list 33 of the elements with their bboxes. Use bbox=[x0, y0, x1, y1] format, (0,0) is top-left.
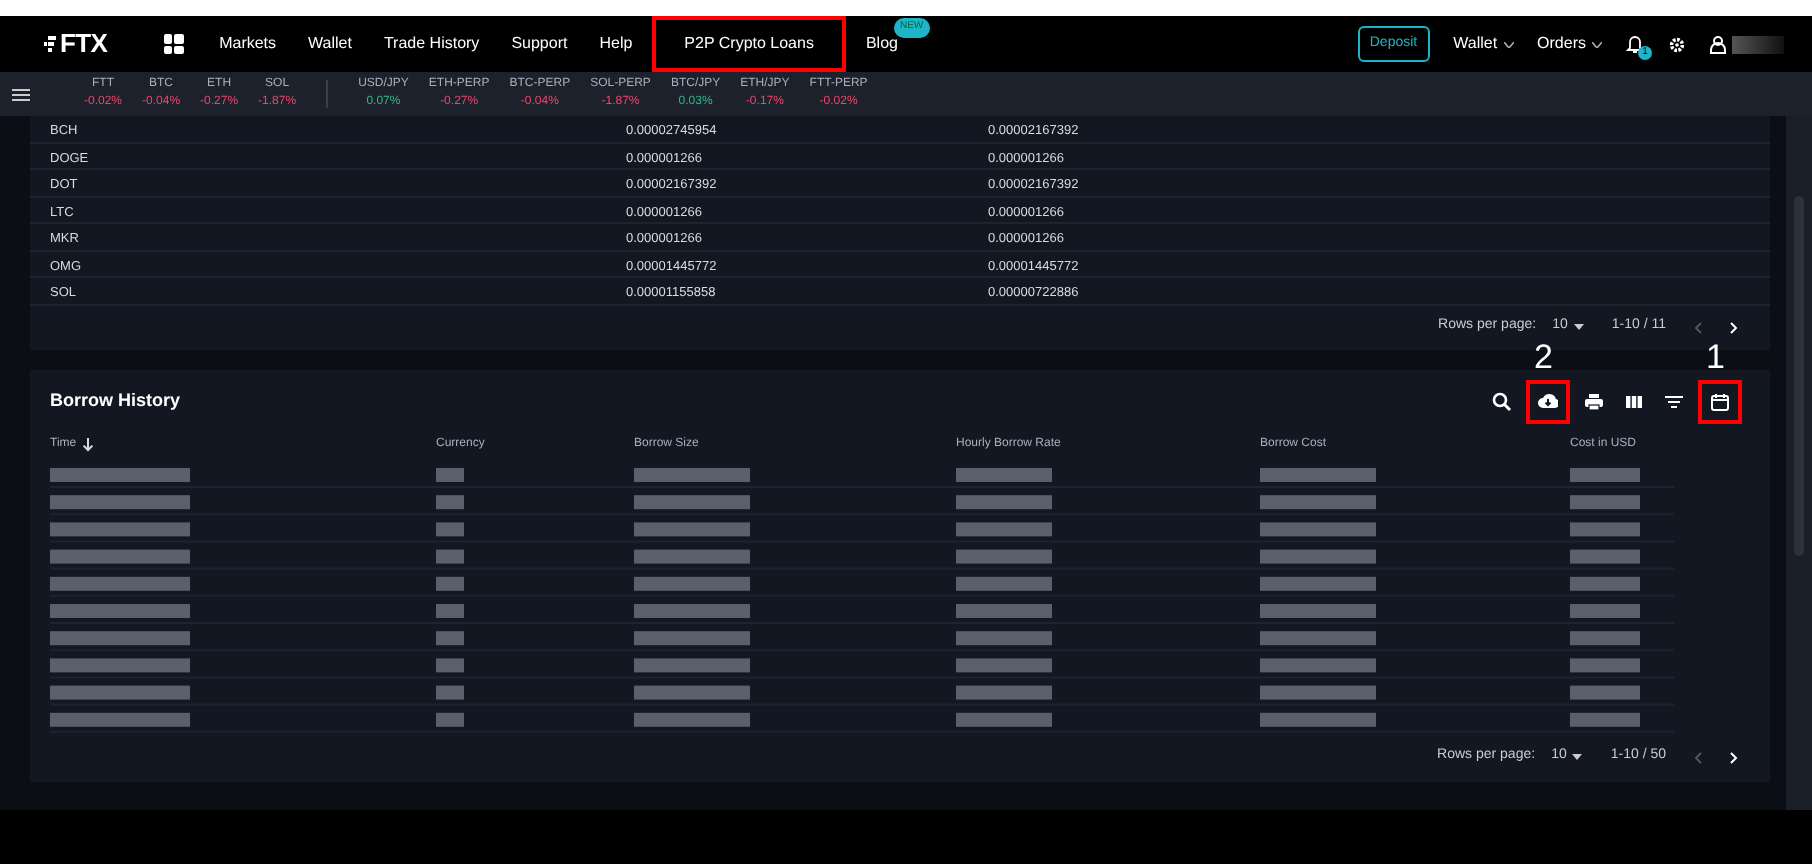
cloud-download-icon[interactable] bbox=[1538, 391, 1558, 411]
apps-grid-icon[interactable] bbox=[163, 34, 184, 54]
user-icon[interactable] bbox=[1710, 35, 1726, 53]
caret-icon bbox=[1592, 41, 1602, 47]
nav-link[interactable]: Markets bbox=[203, 26, 293, 62]
nav-menu[interactable]: Orders bbox=[1537, 32, 1602, 56]
nav-link[interactable]: Wallet bbox=[292, 26, 368, 62]
caret-icon bbox=[1573, 324, 1584, 330]
next-page-icon[interactable] bbox=[1730, 751, 1738, 763]
previous-page-icon[interactable] bbox=[1694, 751, 1702, 763]
settings-icon[interactable] bbox=[1668, 35, 1686, 53]
columns-icon[interactable] bbox=[1624, 391, 1644, 411]
scrollbar[interactable] bbox=[1786, 116, 1812, 810]
ftx-logo[interactable]: FTX bbox=[60, 24, 108, 64]
annotation-number: 1 bbox=[1706, 339, 1725, 375]
previous-page-icon[interactable] bbox=[1694, 321, 1702, 333]
caret-icon bbox=[1572, 754, 1583, 760]
nav-link[interactable]: Trade History bbox=[367, 26, 496, 62]
caret-icon bbox=[1503, 41, 1514, 47]
nav-menu[interactable]: Wallet bbox=[1453, 32, 1514, 56]
section-title: Borrow History bbox=[50, 387, 181, 414]
annotation-number: 2 bbox=[1534, 339, 1553, 375]
next-page-icon[interactable] bbox=[1730, 321, 1738, 333]
calendar-icon[interactable] bbox=[1710, 391, 1730, 411]
print-icon[interactable] bbox=[1584, 391, 1604, 411]
nav-link[interactable]: Help bbox=[583, 26, 649, 62]
blurred-username bbox=[1732, 35, 1784, 53]
nav-link[interactable]: P2P Crypto Loans bbox=[656, 20, 842, 68]
search-icon[interactable] bbox=[1492, 391, 1512, 411]
nav-link[interactable]: Support bbox=[495, 26, 584, 62]
logo-mark-icon[interactable] bbox=[44, 36, 56, 52]
filter-icon[interactable] bbox=[1664, 391, 1684, 411]
menu-icon[interactable] bbox=[12, 87, 30, 101]
